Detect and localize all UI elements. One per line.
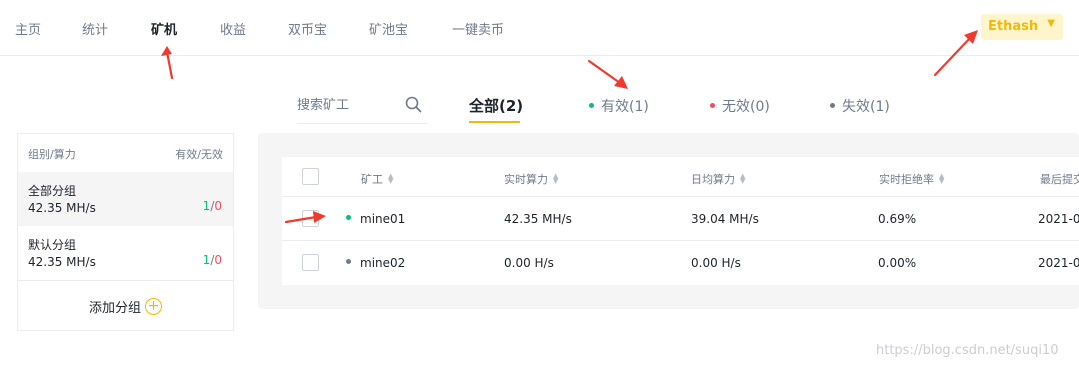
status-dot-expired — [830, 102, 835, 108]
group-header-right: 有效/无效 — [175, 148, 223, 161]
column-header-label: 矿工 — [361, 173, 383, 186]
column-header-last-submit[interactable]: 最后提交 — [1040, 171, 1079, 187]
group-header-left: 组别/算力 — [28, 148, 76, 161]
table-row[interactable]: mine02 0.00 H/s 0.00 H/s 0.00% 2021-0 — [282, 241, 1079, 285]
chevron-down-icon: ▼ — [1047, 18, 1055, 29]
search-box — [297, 92, 428, 124]
tab-valid-label: 有效(1) — [601, 99, 649, 115]
reject-rate-cell: 0.69% — [878, 212, 917, 226]
status-dot-valid — [589, 102, 594, 108]
watermark: https://blog.csdn.net/suqi10 — [876, 343, 1059, 358]
invalid-count: 0 — [214, 253, 222, 267]
tab-valid[interactable]: 有效(1) — [589, 96, 649, 116]
tab-active-underline — [469, 121, 520, 123]
daily-hashrate-cell: 0.00 H/s — [691, 256, 741, 270]
nav-item-stats[interactable]: 统计 — [82, 19, 108, 38]
sort-icon: ▲ ▼ — [939, 172, 945, 185]
group-item-default[interactable]: 默认分组 42.35 MH/s 1/0 — [18, 226, 233, 280]
column-header-label: 实时拒绝率 — [879, 173, 934, 186]
tab-all[interactable]: 全部(2) — [469, 95, 523, 116]
nav-item-miners[interactable]: 矿机 — [151, 19, 177, 38]
worker-cell: mine01 — [346, 212, 405, 226]
select-all-checkbox[interactable] — [302, 168, 319, 185]
status-dot — [346, 259, 351, 264]
group-count: 1/0 — [203, 253, 222, 267]
algorithm-select[interactable]: Ethash ▼ — [981, 14, 1063, 40]
group-name: 全部分组 — [28, 184, 77, 198]
column-header-label: 日均算力 — [691, 173, 735, 186]
nav-item-home[interactable]: 主页 — [15, 19, 41, 38]
column-header-worker[interactable]: 矿工 ▲ ▼ — [361, 171, 393, 187]
last-submit-cell: 2021-0 — [1038, 212, 1079, 226]
search-icon[interactable] — [405, 96, 422, 113]
reject-rate-cell: 0.00% — [878, 256, 917, 270]
sort-icon: ▲ ▼ — [553, 172, 559, 185]
sort-icon: ▲ ▼ — [388, 172, 394, 185]
sort-icon: ▲ ▼ — [740, 172, 746, 185]
plus-circle-icon: + — [145, 298, 162, 315]
algorithm-select-value: Ethash — [988, 19, 1039, 34]
nav-item-pool[interactable]: 矿池宝 — [369, 19, 408, 38]
group-panel-header: 组别/算力 有效/无效 — [18, 134, 233, 172]
group-panel: 组别/算力 有效/无效 全部分组 42.35 MH/s 1/0 默认分组 42.… — [17, 133, 234, 331]
table-row[interactable]: mine01 42.35 MH/s 39.04 MH/s 0.69% 2021-… — [282, 197, 1079, 241]
nav-item-dual-coin[interactable]: 双币宝 — [288, 19, 327, 38]
row-checkbox[interactable] — [302, 254, 319, 271]
realtime-hashrate-cell: 42.35 MH/s — [504, 212, 572, 226]
group-hashrate: 42.35 MH/s — [28, 201, 96, 215]
table-header-row: 矿工 ▲ ▼ 实时算力 ▲ ▼ 日均算力 ▲ ▼ 实时拒绝率 ▲ ▼ 最后提交 — [282, 157, 1079, 197]
nav-item-sell[interactable]: 一键卖币 — [452, 19, 504, 38]
search-input[interactable] — [297, 92, 397, 118]
add-group-button[interactable]: 添加分组 + — [18, 281, 233, 331]
add-group-label: 添加分组 — [88, 301, 141, 316]
group-count: 1/0 — [203, 199, 222, 213]
worker-cell: mine02 — [346, 256, 405, 270]
column-header-daily[interactable]: 日均算力 ▲ ▼ — [691, 171, 745, 187]
worker-name: mine02 — [360, 256, 406, 270]
group-name: 默认分组 — [28, 238, 77, 252]
tab-invalid-label: 无效(0) — [722, 99, 770, 115]
tab-invalid[interactable]: 无效(0) — [710, 96, 770, 116]
column-header-reject[interactable]: 实时拒绝率 ▲ ▼ — [879, 171, 944, 187]
miners-table: 矿工 ▲ ▼ 实时算力 ▲ ▼ 日均算力 ▲ ▼ 实时拒绝率 ▲ ▼ 最后提交 mine01 4… — [282, 157, 1079, 285]
daily-hashrate-cell: 39.04 MH/s — [691, 212, 759, 226]
annotation-arrow-icon — [587, 59, 628, 89]
column-header-label: 实时算力 — [504, 173, 548, 186]
last-submit-cell: 2021-0 — [1038, 256, 1079, 270]
tab-expired-label: 失效(1) — [842, 99, 890, 115]
realtime-hashrate-cell: 0.00 H/s — [504, 256, 554, 270]
status-dot — [346, 215, 351, 220]
row-checkbox[interactable] — [302, 210, 319, 227]
top-nav: 主页 统计 矿机 收益 双币宝 矿池宝 一键卖币 Ethash ▼ — [0, 0, 1079, 56]
worker-name: mine01 — [360, 212, 406, 226]
group-hashrate: 42.35 MH/s — [28, 255, 96, 269]
invalid-count: 0 — [214, 199, 222, 213]
status-dot-invalid — [710, 102, 715, 108]
tab-expired[interactable]: 失效(1) — [830, 96, 890, 116]
column-header-realtime[interactable]: 实时算力 ▲ ▼ — [504, 171, 558, 187]
group-item-all[interactable]: 全部分组 42.35 MH/s 1/0 — [18, 172, 233, 226]
nav-item-earnings[interactable]: 收益 — [220, 19, 246, 38]
